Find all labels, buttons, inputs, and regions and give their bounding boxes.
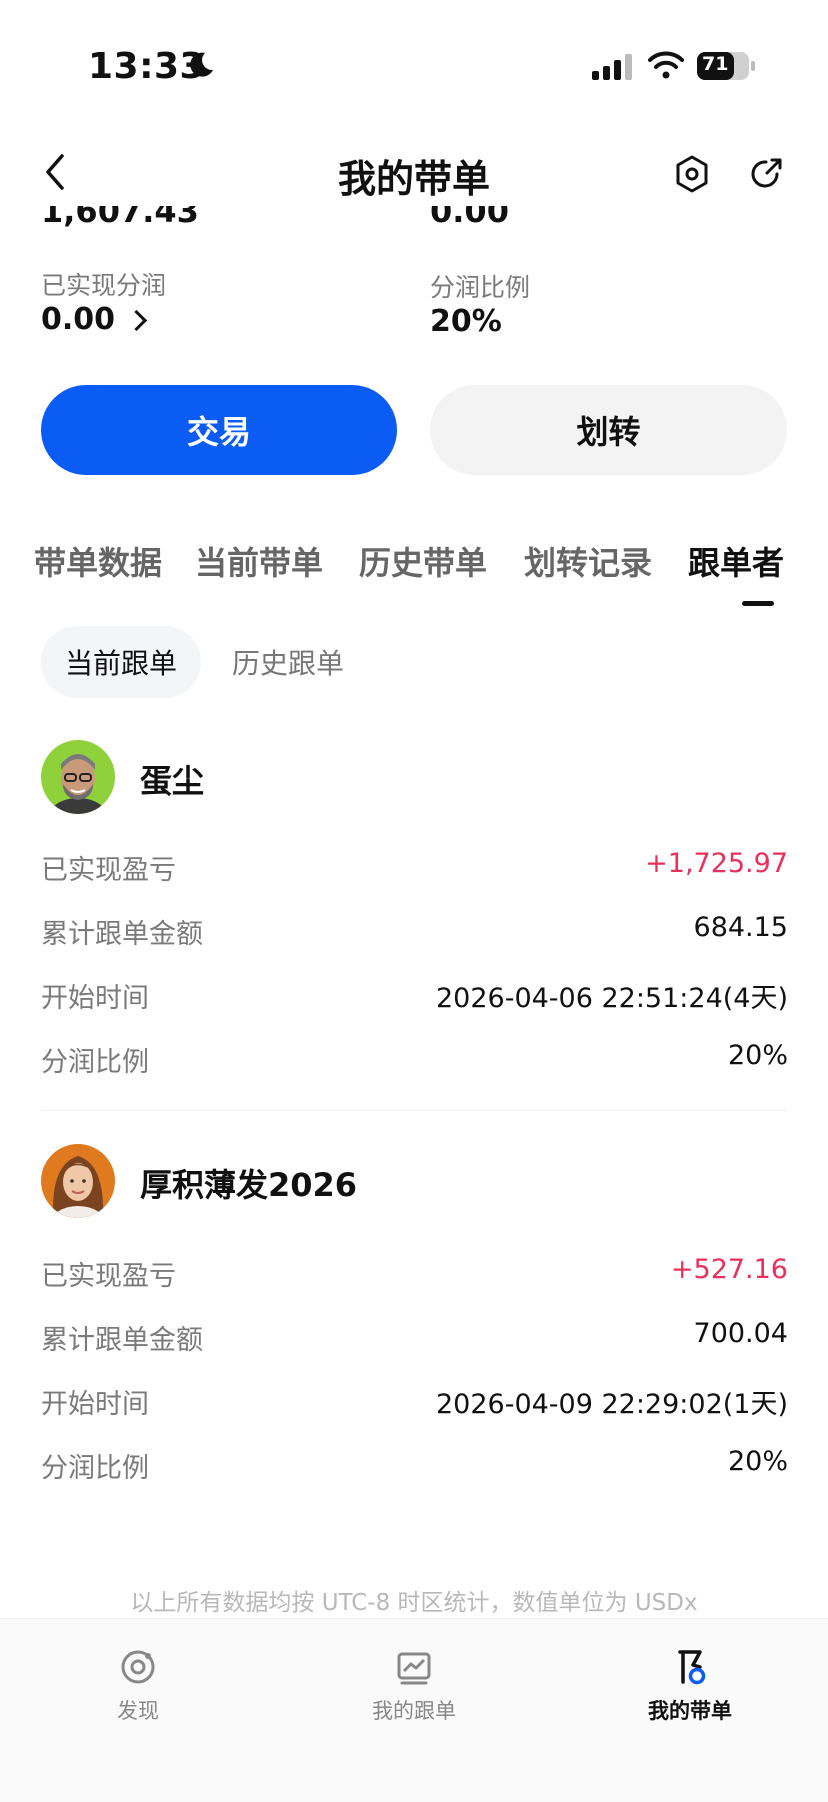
chart-icon: [397, 1652, 431, 1685]
tab-indicator: [742, 601, 774, 606]
share-ratio-label: 分润比例: [430, 273, 531, 302]
subtab-history-follow[interactable]: 历史跟单: [208, 626, 368, 698]
subtab-current-follow[interactable]: 当前跟单: [41, 626, 202, 698]
tab-history-lead[interactable]: 历史带单: [359, 538, 487, 584]
follower-total-amount: 700.04: [693, 1318, 788, 1349]
follower-share-ratio: 20%: [727, 1446, 788, 1477]
summary-top-left-value: 1,607.43: [41, 206, 199, 230]
avatar[interactable]: [41, 740, 115, 814]
share-icon[interactable]: [748, 156, 784, 192]
summary-scrolled-row: 1,607.43 0.00: [0, 206, 828, 236]
signal-icon: [592, 54, 632, 80]
tab-current-lead[interactable]: 当前带单: [195, 538, 323, 584]
follower-row-label: 累计跟单金额: [41, 919, 203, 950]
follower-row-label: 分润比例: [41, 1453, 149, 1484]
nav-discover-label: 发现: [117, 1699, 159, 1723]
follower-total-amount: 684.15: [693, 912, 788, 943]
avatar[interactable]: [41, 1144, 115, 1218]
follower-start-time: 2026-04-06 22:51:24(4天): [435, 983, 788, 1014]
follower-row-label: 开始时间: [41, 1389, 149, 1420]
share-ratio-value: 20%: [430, 304, 502, 339]
follower-row-label: 累计跟单金额: [41, 1325, 203, 1356]
follower-row-label: 开始时间: [41, 983, 149, 1014]
divider: [41, 1110, 787, 1111]
battery-level: 71: [702, 53, 729, 75]
nav-my-lead[interactable]: 我的带单: [610, 1647, 770, 1725]
follower-start-time: 2026-04-09 22:29:02(1天): [435, 1389, 788, 1420]
tab-bar: 带单数据 当前带单 历史带单 划转记录 跟单者: [0, 538, 828, 588]
follower-share-ratio: 20%: [727, 1040, 788, 1071]
nav-my-follow-label: 我的跟单: [372, 1699, 456, 1723]
wifi-icon: [648, 51, 684, 79]
avatar-image: [41, 740, 115, 814]
moon-icon: [190, 52, 213, 77]
follower-realized-pnl: +1,725.97: [645, 848, 788, 879]
nav-my-lead-label: 我的带单: [648, 1699, 732, 1723]
follower-name: 厚积薄发2026: [140, 1166, 358, 1204]
bottom-nav: 发现 我的跟单 我的带单: [0, 1618, 828, 1802]
flag-icon: [678, 1650, 706, 1685]
trade-button[interactable]: 交易: [41, 385, 397, 475]
follower-row-label: 已实现盈亏: [41, 855, 176, 886]
settings-icon[interactable]: [674, 154, 710, 194]
nav-discover[interactable]: 发现: [58, 1647, 218, 1725]
chevron-right-icon: [125, 309, 148, 332]
discover-icon: [121, 1650, 155, 1684]
transfer-button[interactable]: 划转: [430, 385, 787, 475]
follower-row-label: 已实现盈亏: [41, 1261, 176, 1292]
avatar-image: [41, 1144, 115, 1218]
battery-indicator: 71: [697, 51, 755, 81]
tab-followers[interactable]: 跟单者: [688, 538, 784, 584]
tab-lead-data[interactable]: 带单数据: [34, 538, 162, 584]
follower-name: 蛋尘: [140, 762, 205, 800]
realized-profit-value: 0.00: [41, 302, 116, 337]
tab-transfer-records[interactable]: 划转记录: [524, 538, 652, 584]
summary-top-right-value: 0.00: [430, 206, 509, 230]
realized-profit-link[interactable]: 0.00: [41, 302, 148, 337]
follower-row-label: 分润比例: [41, 1047, 149, 1078]
nav-my-follow[interactable]: 我的跟单: [334, 1647, 494, 1725]
follower-realized-pnl: +527.16: [670, 1254, 788, 1285]
realized-profit-label: 已实现分润: [41, 271, 167, 300]
timezone-footnote: 以上所有数据均按 UTC-8 时区统计，数值单位为 USDx: [130, 1590, 698, 1616]
